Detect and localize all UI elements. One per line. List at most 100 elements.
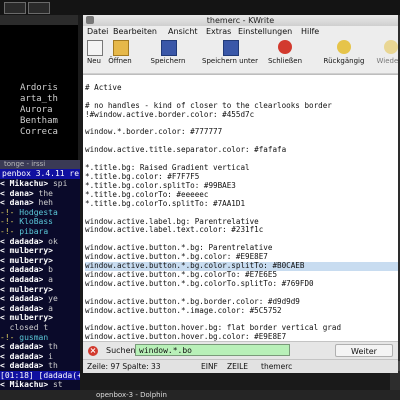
save-as-icon <box>223 40 239 56</box>
open-folder-icon <box>113 40 129 56</box>
irc-text: heh <box>33 198 53 208</box>
background-terminal-list: Ardoris arta_th Aurora Bentham Correca <box>0 83 78 138</box>
background-terminal-line: Aurora <box>20 105 53 115</box>
irc-text: closed t <box>9 322 49 332</box>
irc-nick: < dadada> <box>0 265 44 275</box>
irc-text: th <box>43 361 58 371</box>
desktop-2-icon[interactable] <box>28 2 50 14</box>
close-button[interactable]: Schließen <box>263 38 307 72</box>
save-button[interactable]: Speichern <box>139 38 197 72</box>
irc-message: < dadada> ye <box>0 294 80 304</box>
irc-text: ok <box>43 236 58 246</box>
irc-statusbar: [01:18] [dadada(+i)] [2:#openbox(+nt)] <box>0 371 80 380</box>
wrap-mode: ZEILE <box>227 362 249 371</box>
editor-line: window.active.button.hover.bg.color: #E9… <box>85 332 287 341</box>
irc-nick: < dadada> <box>0 351 44 361</box>
editor-line: # Active <box>85 82 122 92</box>
editor-line: !#window.active.border.color: #455d7c <box>85 109 255 119</box>
file-name: themerc <box>261 362 293 371</box>
irc-message: < mulberry> <box>0 246 80 256</box>
irc-message: -!- KloBass <box>0 217 80 227</box>
menu-einstellungen[interactable]: Einstellungen <box>238 26 292 37</box>
cursor-position: Zeile: 97 Spalte: 33 <box>87 362 161 371</box>
kwrite-window: themerc - KWrite Datei Bearbeiten Ansich… <box>83 15 398 373</box>
irc-nick: < Mikachu> <box>0 179 49 188</box>
irc-message: < dadada> a <box>0 304 80 314</box>
taskbar-item[interactable]: openbox-3 - Dolphin <box>96 390 167 400</box>
irc-text: spi <box>48 179 68 188</box>
save-as-label: Speichern unter <box>202 57 258 65</box>
editor-line: window.active.button.*.image.color: #5C5… <box>85 305 282 315</box>
menu-ansicht[interactable]: Ansicht <box>168 26 198 37</box>
menu-hilfe[interactable]: Hilfe <box>301 26 319 37</box>
background-terminal-line: Correca <box>20 127 58 137</box>
irc-text: pibara <box>19 226 49 236</box>
irc-topic: penbox 3.4.11 re <box>0 169 80 179</box>
new-button[interactable]: Neu <box>83 38 105 72</box>
irc-message: < mulberry> <box>0 256 80 266</box>
desktop-1-icon[interactable] <box>4 2 26 14</box>
menu-datei[interactable]: Datei <box>87 26 108 37</box>
undo-button[interactable]: Rückgängig <box>319 38 369 72</box>
editor-line: window.active.button.*.bg.colorTo.splitT… <box>85 278 314 288</box>
irc-message: -!- Hodgesta <box>0 208 80 218</box>
irc-nick <box>0 323 10 332</box>
statusbar: Zeile: 97 Spalte: 33 EINF ZEILE themerc <box>83 359 398 373</box>
irc-message: < dadada> i <box>0 352 80 362</box>
irc-title: tonge - irssi <box>0 160 80 169</box>
find-next-button[interactable]: Weiter <box>335 344 393 357</box>
menu-bearbeiten[interactable]: Bearbeiten <box>113 26 157 37</box>
irc-nick: < dadada> <box>0 274 44 284</box>
window-title: themerc - KWrite <box>206 16 275 25</box>
irc-text: b <box>43 265 53 275</box>
redo-button[interactable]: Wiederh <box>371 38 398 72</box>
irc-message: < dana> the <box>0 189 80 199</box>
find-input[interactable]: window.*.bo <box>135 344 290 356</box>
irc-message: < dadada> a <box>0 275 80 285</box>
irc-message: < dadada> th <box>0 342 80 352</box>
irc-nick: < mulberry> <box>0 255 53 265</box>
irc-nick: -!- <box>0 226 20 236</box>
irc-nick: -!- <box>0 217 20 227</box>
new-document-icon <box>87 40 103 56</box>
background-terminal: Ardoris arta_th Aurora Bentham Correca <box>0 15 78 165</box>
insert-mode: EINF <box>201 362 218 371</box>
save-as-button[interactable]: Speichern unter <box>197 38 263 72</box>
menu-extras[interactable]: Extras <box>206 26 231 37</box>
redo-label: Wiederh <box>376 57 398 65</box>
irc-nick: < dana> <box>0 198 34 208</box>
toolbar: Neu Öffnen Speichern Speichern unter Sch… <box>83 37 398 74</box>
irc-message: < dadada> ok <box>0 237 80 247</box>
irc-message: < dadada> b <box>0 265 80 275</box>
irc-nick: < mulberry> <box>0 284 53 294</box>
irc-text: a <box>43 303 53 313</box>
irc-text: KloBass <box>19 217 53 227</box>
irc-message: -!- gusman <box>0 333 80 343</box>
find-label: Suchen: <box>106 346 139 355</box>
irc-nick: < dadada> <box>0 236 44 246</box>
irc-text: gusman <box>19 332 49 342</box>
irc-text: ye <box>43 294 58 304</box>
editor-line: *.title.bg.colorTo.splitTo: #7AA1D1 <box>85 198 246 208</box>
text-editor[interactable]: # Active # no handles - kind of closer t… <box>83 74 398 341</box>
irc-message: < Mikachu> spi <box>0 179 80 189</box>
menubar: Datei Bearbeiten Ansicht Extras Einstell… <box>83 26 398 37</box>
irc-nick: < dana> <box>0 188 34 198</box>
irc-messages: < Mikachu> spi < dana> the < dana> heh -!- … <box>0 179 80 390</box>
editor-line: window.*.border.color: #777777 <box>85 127 223 137</box>
background-terminal-line: Bentham <box>20 116 58 126</box>
irc-message: < Mikachu> st <box>0 380 80 390</box>
irc-text: st <box>48 380 63 390</box>
background-terminal-line: arta_th <box>20 94 58 104</box>
bottom-taskbar: openbox-3 - Dolphin <box>0 390 400 400</box>
redo-icon <box>384 40 398 54</box>
irc-message: < dana> heh <box>0 198 80 208</box>
irc-nick: -!- <box>0 332 20 342</box>
close-find-icon[interactable]: × <box>88 346 98 356</box>
irc-nick: < dadada> <box>0 303 44 313</box>
save-icon <box>161 40 177 56</box>
top-panel <box>0 0 400 15</box>
open-button[interactable]: Öffnen <box>105 38 135 72</box>
irc-nick: < dadada> <box>0 361 44 371</box>
irc-text: a <box>43 274 53 284</box>
